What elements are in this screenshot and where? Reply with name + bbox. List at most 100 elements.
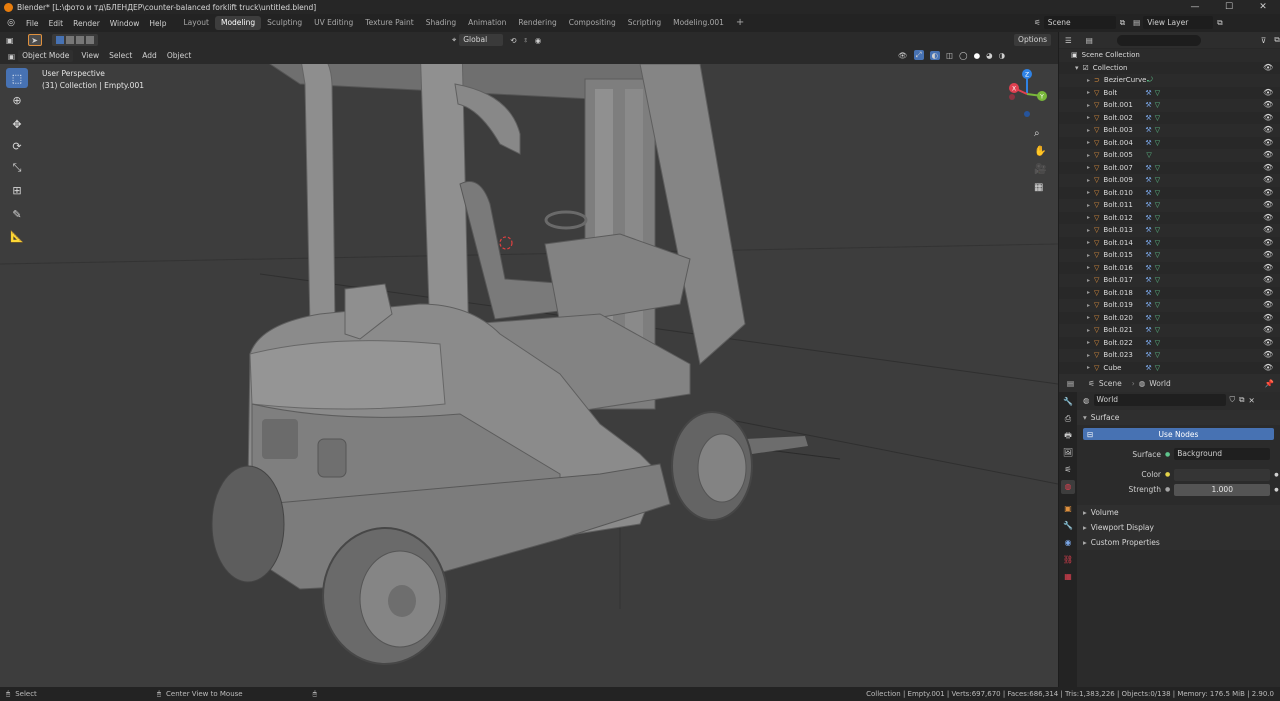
outliner-item[interactable]: ▸ ▽ Bolt.011 ⚒ ▽ 👁 [1059,199,1280,212]
menu-select[interactable]: Select [104,48,137,64]
outliner-item[interactable]: ▸ ▽ Bolt.023 ⚒ ▽ 👁 [1059,349,1280,362]
cursor-icon[interactable]: ⊕ [6,90,28,110]
collection-row[interactable]: ▾ ☑ Collection 👁 [1059,62,1280,75]
outliner-item[interactable]: ▸ ▽ Bolt.019 ⚒ ▽ 👁 [1059,299,1280,312]
outliner-item[interactable]: ▸ ⊃ BezierCurve ⤾ [1059,74,1280,87]
expand-arrow-icon[interactable]: ▸ [1087,314,1090,321]
visibility-eye-icon[interactable]: 👁 [1263,188,1273,197]
proportional-edit-icon[interactable]: ◉ [535,36,542,45]
mesh-data-icon[interactable]: ▽ [1155,239,1160,247]
modifier-icon[interactable]: ⚒ [1145,301,1151,309]
menu-window[interactable]: Window [105,19,145,28]
ortho-grid-icon[interactable]: ▦ [1034,182,1048,196]
measure-icon[interactable]: 📐 [6,226,28,246]
menu-edit[interactable]: Edit [44,19,69,28]
expand-arrow-icon[interactable]: ▸ [1087,339,1090,346]
modifier-icon[interactable]: ⚒ [1145,364,1151,372]
tab-sculpting[interactable]: Sculpting [261,16,308,30]
mesh-data-icon[interactable]: ▽ [1155,339,1160,347]
3d-viewport[interactable]: User Perspective (31) Collection | Empty… [0,64,1058,687]
mesh-data-icon[interactable]: ▽ [1155,176,1160,184]
zoom-icon[interactable]: ⌕ [1034,128,1048,142]
outliner-item[interactable]: ▸ ▽ Bolt ⚒ ▽ 👁 [1059,87,1280,100]
shading-rendered-icon[interactable]: ◑ [999,51,1006,60]
modifier-tab-icon[interactable]: 🔧 [1061,519,1075,533]
tab-shading[interactable]: Shading [420,16,462,30]
expand-arrow-icon[interactable]: ▸ [1087,227,1090,234]
expand-arrow-icon[interactable]: ▸ [1087,252,1090,259]
mesh-data-icon[interactable]: ▽ [1155,126,1160,134]
outliner-item[interactable]: ▸ ▽ Bolt.007 ⚒ ▽ 👁 [1059,162,1280,175]
visibility-eye-icon[interactable]: 👁 [1263,350,1273,359]
visibility-eye-icon[interactable]: 👁 [1263,100,1273,109]
expand-arrow-icon[interactable]: ▸ [1087,289,1090,296]
outliner-editor-icon[interactable]: ☰ [1065,36,1072,45]
scene-selector[interactable]: Scene [1043,16,1116,29]
add-workspace-button[interactable]: + [730,16,750,30]
transform-icon[interactable]: ⊞ [6,180,28,200]
outliner-item[interactable]: ▸ ▽ Bolt.005 ▽ 👁 [1059,149,1280,162]
physics-tab-icon[interactable]: ◉ [1061,536,1075,550]
mesh-data-icon[interactable]: ▽ [1155,289,1160,297]
gizmo-toggle-icon[interactable]: ⤢ [913,50,924,60]
visibility-eye-icon[interactable]: 👁 [1263,150,1273,159]
outliner-search-input[interactable] [1116,34,1201,46]
new-scene-icon[interactable]: ⧉ [1120,18,1125,28]
expand-arrow-icon[interactable]: ▸ [1087,202,1090,209]
outliner-item[interactable]: ▸ ▽ Bolt.010 ⚒ ▽ 👁 [1059,187,1280,200]
transform-orientation-dropdown[interactable]: Global [459,34,504,46]
color-swatch[interactable] [1174,468,1271,481]
visibility-eye-icon[interactable]: 👁 [1263,338,1273,347]
outliner-item[interactable]: ▸ ▽ Bolt.004 ⚒ ▽ 👁 [1059,137,1280,150]
mode-dropdown[interactable]: Object Mode [18,50,74,62]
strength-keyframe-icon[interactable]: ● [1274,487,1278,493]
outliner-item[interactable]: ▸ ▽ Bolt.021 ⚒ ▽ 👁 [1059,324,1280,337]
tab-rendering[interactable]: Rendering [512,16,562,30]
fake-user-icon[interactable]: ⛉ [1230,395,1236,405]
expand-arrow-icon[interactable]: ▸ [1087,139,1090,146]
visibility-eye-icon[interactable]: 👁 [1263,325,1273,334]
use-nodes-button[interactable]: ⊟ Use Nodes [1083,428,1274,440]
tool-tab-icon[interactable]: 🔧 [1061,395,1075,409]
navigation-gizmo[interactable]: Z Y X ⌕ ✋ 🎥 ▦ [1002,66,1052,193]
texture-tab-icon[interactable]: ▦ [1061,570,1075,584]
tab-modeling[interactable]: Modeling [214,16,262,30]
overlay-toggle-icon[interactable]: ◐ [929,50,941,60]
expand-arrow-icon[interactable]: ▸ [1087,89,1090,96]
expand-arrow-icon[interactable]: ▸ [1087,264,1090,271]
modifier-icon[interactable]: ⚒ [1145,339,1151,347]
modifier-icon[interactable]: ⚒ [1145,276,1151,284]
mesh-data-icon[interactable]: ▽ [1155,226,1160,234]
modifier-icon[interactable]: ⚒ [1145,176,1151,184]
tab-modeling-001[interactable]: Modeling.001 [667,16,730,30]
collection-checkbox-icon[interactable]: ☑ [1083,64,1089,72]
xray-toggle-icon[interactable]: ◫ [946,51,953,60]
modifier-icon[interactable]: ⚒ [1145,164,1151,172]
visibility-eye-icon[interactable]: 👁 [1263,263,1273,272]
mesh-data-icon[interactable]: ▽ [1155,364,1160,372]
modifier-icon[interactable]: ⚒ [1145,351,1151,359]
new-view-layer-icon[interactable]: ⧉ [1217,18,1222,28]
modifier-icon[interactable]: ⚒ [1145,101,1151,109]
visibility-eye-icon[interactable]: 👁 [1263,125,1273,134]
outliner-item[interactable]: ▸ ▽ Bolt.020 ⚒ ▽ 👁 [1059,312,1280,325]
editor-type-icon[interactable]: ▣ [6,36,14,45]
outliner-item[interactable]: ▸ ▽ Bolt.015 ⚒ ▽ 👁 [1059,249,1280,262]
object-tab-icon[interactable]: ▣ [1061,502,1075,516]
scene-tab-icon[interactable]: ⚟ [1061,463,1075,477]
tab-layout[interactable]: Layout [177,16,215,30]
visibility-eye-icon[interactable]: 👁 [1263,300,1273,309]
menu-view[interactable]: View [76,48,104,64]
visibility-eye-icon[interactable]: 👁 [1263,63,1273,72]
outliner-item[interactable]: ▸ ▽ Bolt.013 ⚒ ▽ 👁 [1059,224,1280,237]
mesh-data-icon[interactable]: ▽ [1155,301,1160,309]
strength-field[interactable]: 1.000 [1174,483,1271,496]
expand-arrow-icon[interactable]: ▸ [1087,164,1090,171]
tab-animation[interactable]: Animation [462,16,512,30]
menu-help[interactable]: Help [144,19,171,28]
view-layer-selector[interactable]: View Layer [1143,16,1214,29]
visibility-eye-icon[interactable]: 👁 [1263,175,1273,184]
outliner-item[interactable]: ▸ ▽ Bolt.018 ⚒ ▽ 👁 [1059,287,1280,300]
mesh-data-icon[interactable]: ▽ [1155,276,1160,284]
expand-arrow-icon[interactable]: ▸ [1087,302,1090,309]
